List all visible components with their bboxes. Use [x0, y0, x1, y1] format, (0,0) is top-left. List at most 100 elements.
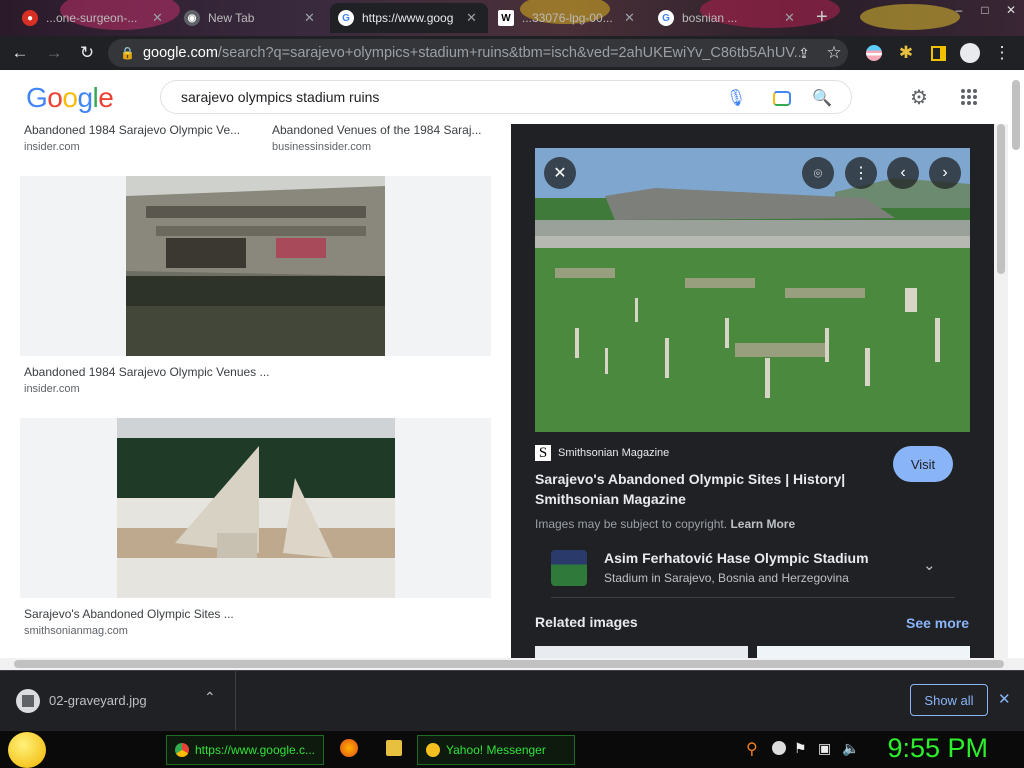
account-avatar-icon[interactable]: [958, 41, 982, 65]
chevron-down-icon[interactable]: ⌄: [923, 556, 936, 574]
window-scrollbar[interactable]: [1008, 70, 1024, 658]
tab-4[interactable]: W ...33076-lpg-00... ✕: [490, 3, 646, 33]
close-tab-icon[interactable]: ✕: [466, 10, 480, 26]
tab-2[interactable]: ◉ New Tab ✕: [176, 3, 326, 33]
chevron-up-icon[interactable]: ⌃: [204, 689, 216, 706]
search-query[interactable]: sarajevo olympics stadium ruins: [181, 89, 379, 105]
preview-image[interactable]: ✕ ⌾ ⋮ ‹ ›: [535, 148, 970, 432]
show-all-button[interactable]: Show all: [910, 684, 988, 716]
entity-thumbnail: [551, 550, 587, 586]
result-caption[interactable]: Abandoned Venues of the 1984 Saraj...: [272, 123, 488, 137]
tab-5[interactable]: G bosnian ... ✕: [650, 3, 806, 33]
chrome-icon: [175, 743, 189, 757]
more-options-icon[interactable]: ⋮: [845, 157, 877, 189]
tab-3-active[interactable]: G https://www.goog ✕: [330, 3, 488, 33]
search-box[interactable]: sarajevo olympics stadium ruins 🎙 🔍: [160, 80, 852, 114]
related-image-thumb[interactable]: [535, 646, 748, 658]
page-scrollbar[interactable]: [994, 124, 1008, 658]
scrollbar-thumb[interactable]: [997, 124, 1005, 274]
apps-grid-icon[interactable]: [956, 84, 982, 110]
yahoo-smiley-icon: [426, 743, 440, 757]
copyright-notice: Images may be subject to copyright. Lear…: [535, 517, 795, 531]
close-tab-icon[interactable]: ✕: [784, 10, 798, 26]
result-caption[interactable]: Sarajevo's Abandoned Olympic Sites ...: [24, 607, 284, 621]
result-site[interactable]: insider.com: [24, 141, 80, 153]
result-site[interactable]: businessinsider.com: [272, 141, 371, 153]
settings-gear-icon[interactable]: ⚙: [906, 84, 932, 110]
result-caption[interactable]: Abandoned 1984 Sarajevo Olympic Ve...: [24, 123, 244, 137]
download-filename: 02-graveyard.jpg: [49, 693, 147, 708]
next-image-icon[interactable]: ›: [929, 157, 961, 189]
flag-tray-icon[interactable]: ⚑: [794, 740, 807, 757]
share-icon[interactable]: ⇪: [792, 41, 816, 65]
close-preview-icon[interactable]: ✕: [544, 157, 576, 189]
close-tab-icon[interactable]: ✕: [624, 10, 638, 26]
chrome-icon: ●: [22, 10, 38, 26]
copyright-text: Images may be subject to copyright.: [535, 517, 728, 531]
horizontal-scrollbar[interactable]: [0, 658, 1024, 670]
previous-image-icon[interactable]: ‹: [887, 157, 919, 189]
see-more-link[interactable]: See more: [906, 615, 969, 631]
preview-title-line: Sarajevo's Abandoned Olympic Sites | His…: [535, 471, 846, 487]
search-icon[interactable]: 🔍: [811, 87, 833, 109]
google-logo[interactable]: Google: [26, 82, 114, 114]
preview-title[interactable]: Sarajevo's Abandoned Olympic Sites | His…: [535, 469, 845, 509]
file-image-icon: [16, 689, 40, 713]
reload-icon[interactable]: ↻: [75, 41, 99, 65]
window-scrollbar-thumb[interactable]: [1012, 80, 1020, 150]
result-caption[interactable]: Abandoned 1984 Sarajevo Olympic Venues .…: [24, 365, 284, 379]
visit-button[interactable]: Visit: [893, 446, 953, 482]
google-lens-icon[interactable]: ⌾: [802, 157, 834, 189]
result-image-1[interactable]: [20, 176, 491, 356]
taskbar-chrome-item[interactable]: https://www.google.c...: [166, 735, 324, 765]
taskbar-yahoo-messenger-item[interactable]: Yahoo! Messenger: [417, 735, 575, 765]
address-bar[interactable]: 🔒 google.com/search?q=sarajevo+olympics+…: [108, 39, 848, 67]
source-name[interactable]: Smithsonian Magazine: [558, 447, 669, 459]
wallpaper-splash: [860, 4, 960, 30]
smiley-start-icon[interactable]: [8, 732, 46, 768]
close-window-button[interactable]: ✕: [998, 0, 1024, 20]
result-site[interactable]: smithsonianmag.com: [24, 625, 128, 637]
tab-title: bosnian ...: [682, 11, 738, 25]
folder-icon[interactable]: [386, 740, 402, 756]
taskbar-clock[interactable]: 9:55 PM: [887, 733, 988, 764]
knowledge-entity-card[interactable]: Asim Ferhatović Hase Olympic Stadium Sta…: [551, 544, 955, 598]
firefox-icon[interactable]: [340, 739, 358, 757]
network-tray-icon[interactable]: ▣: [818, 740, 831, 757]
browser-menu-icon[interactable]: ⋮: [990, 41, 1014, 65]
microphone-icon[interactable]: 🎙: [725, 87, 747, 109]
learn-more-link[interactable]: Learn More: [730, 517, 795, 531]
entity-name: Asim Ferhatović Hase Olympic Stadium: [604, 550, 869, 566]
close-tab-icon[interactable]: ✕: [152, 10, 166, 26]
google-icon: G: [338, 10, 354, 26]
result-image-2[interactable]: [20, 418, 491, 598]
new-tab-button[interactable]: +: [816, 6, 828, 29]
profile-flag-icon[interactable]: [862, 41, 886, 65]
close-download-bar-icon[interactable]: ✕: [998, 690, 1011, 708]
url-host: google.com: [142, 45, 218, 61]
close-tab-icon[interactable]: ✕: [304, 10, 318, 26]
tab-title: ...33076-lpg-00...: [522, 11, 613, 25]
taskbar-item-label: Yahoo! Messenger: [446, 743, 546, 757]
volume-tray-icon[interactable]: 🔈: [842, 740, 859, 757]
back-arrow-icon[interactable]: ←: [8, 41, 32, 65]
search-tray-icon[interactable]: ⚲: [746, 739, 758, 759]
bookmark-star-icon[interactable]: ☆: [822, 41, 846, 65]
horizontal-scrollbar-thumb[interactable]: [14, 660, 1004, 668]
related-images-title: Related images: [535, 614, 638, 630]
status-tray-icon[interactable]: [772, 741, 786, 755]
related-image-thumb[interactable]: [757, 646, 970, 658]
side-panel-icon[interactable]: [926, 41, 950, 65]
result-site[interactable]: insider.com: [24, 383, 80, 395]
camera-lens-icon[interactable]: [771, 87, 793, 109]
tab-1[interactable]: ● ...one-surgeon-... ✕: [14, 3, 174, 33]
image-preview-panel: ✕ ⌾ ⋮ ‹ › S Smithsonian Magazine Sarajev…: [511, 124, 994, 658]
preview-title-line: Smithsonian Magazine: [535, 491, 686, 507]
maximize-button[interactable]: □: [972, 0, 998, 20]
extensions-puzzle-icon[interactable]: ✱: [894, 41, 918, 65]
google-icon: G: [658, 10, 674, 26]
forward-arrow-icon[interactable]: →: [42, 41, 66, 65]
minimize-button[interactable]: –: [946, 0, 972, 20]
download-item[interactable]: 02-graveyard.jpg ⌃: [0, 671, 236, 730]
source-favicon: S: [535, 445, 551, 461]
